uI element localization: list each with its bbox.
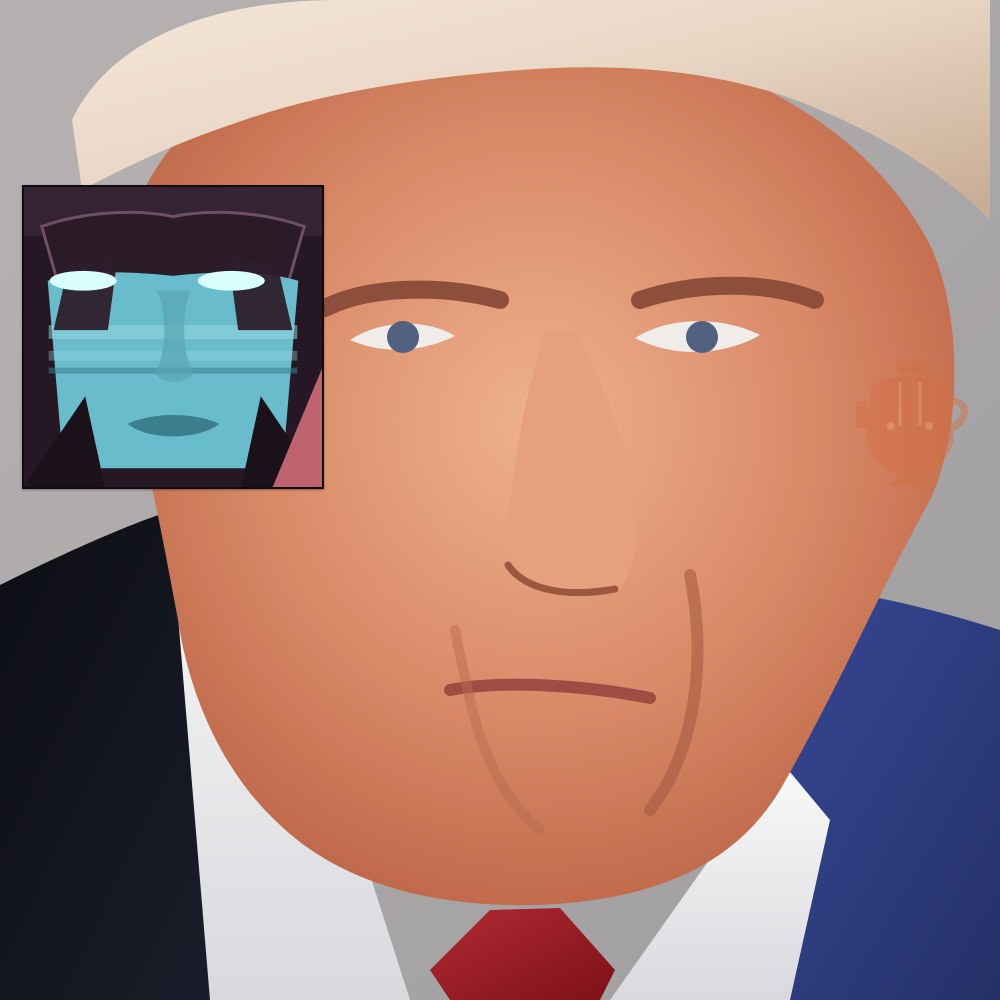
image-canvas: ЧЕЛОВЕК САМОВАР (0, 0, 1000, 1000)
masked-face-icon (24, 187, 322, 487)
samovar-watermark: ЧЕЛОВЕК САМОВАР (846, 346, 974, 488)
portrait-scene (0, 0, 1000, 1000)
right-iris (686, 321, 718, 353)
inset-thumbnail (22, 185, 324, 489)
samovar-logo-icon (856, 361, 968, 486)
left-iris (387, 321, 419, 353)
